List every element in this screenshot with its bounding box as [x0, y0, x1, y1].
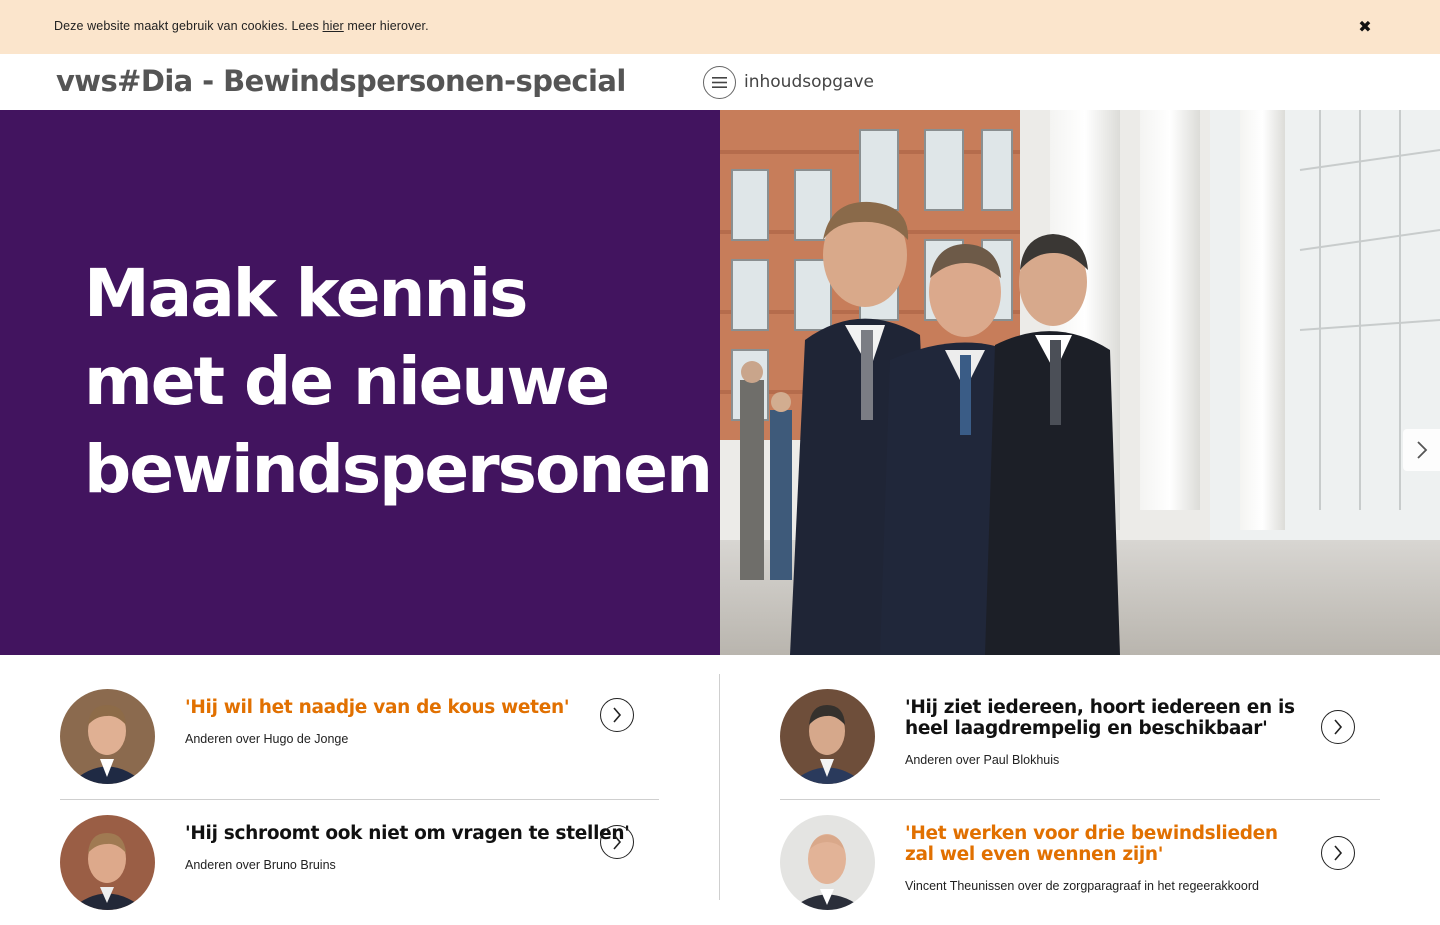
article-subtitle: Vincent Theunissen over de zorgparagraaf… [905, 879, 1259, 893]
site-header: vws#Dia - Bewindspersonen-special inhoud… [0, 54, 1440, 110]
hero-title: Maak kennis met de nieuwe bewindspersone… [84, 255, 713, 508]
chevron-right-icon[interactable] [600, 698, 634, 732]
article-title[interactable]: 'Hij ziet iedereen, hoort iedereen en is… [905, 697, 1305, 739]
avatar [60, 815, 155, 910]
chevron-right-icon[interactable] [600, 825, 634, 859]
column-divider [719, 674, 720, 900]
list-item[interactable]: 'Het werken voor drie bewindslieden zal … [780, 815, 1380, 925]
close-icon[interactable]: ✖ [1355, 16, 1375, 38]
toc-label[interactable]: inhoudsopgave [744, 72, 874, 92]
cookie-text-after: meer hierover. [343, 19, 429, 33]
chevron-right-icon[interactable] [1416, 440, 1428, 460]
article-title[interactable]: 'Hij schroomt ook niet om vragen te stel… [185, 823, 630, 844]
hero-photo [720, 110, 1440, 655]
menu-icon[interactable] [703, 65, 736, 99]
hero-panel: Maak kennis met de nieuwe bewindspersone… [0, 110, 720, 655]
hero-photo-illustration [720, 110, 1440, 655]
cookie-text-before: Deze website maakt gebruik van cookies. … [54, 19, 323, 33]
list-item[interactable]: 'Hij ziet iedereen, hoort iedereen en is… [780, 689, 1380, 799]
divider [60, 799, 659, 800]
avatar [780, 689, 875, 784]
article-subtitle: Anderen over Paul Blokhuis [905, 753, 1060, 767]
article-subtitle: Anderen over Hugo de Jonge [185, 732, 349, 746]
list-item[interactable]: 'Hij schroomt ook niet om vragen te stel… [60, 815, 660, 925]
article-subtitle: Anderen over Bruno Bruins [185, 858, 336, 872]
article-title[interactable]: 'Het werken voor drie bewindslieden zal … [905, 823, 1305, 865]
cookie-bar: Deze website maakt gebruik van cookies. … [0, 0, 1440, 54]
toc-button[interactable]: inhoudsopgave [703, 65, 874, 99]
avatar [780, 815, 875, 910]
chevron-right-icon[interactable] [1321, 710, 1355, 744]
divider [780, 799, 1380, 800]
article-title[interactable]: 'Hij wil het naadje van de kous weten' [185, 697, 569, 718]
cookie-info-link[interactable]: hier [323, 19, 344, 33]
avatar [60, 689, 155, 784]
chevron-right-icon[interactable] [1321, 836, 1355, 870]
page-title[interactable]: vws#Dia - Bewindspersonen-special [56, 64, 626, 98]
cookie-message: Deze website maakt gebruik van cookies. … [54, 19, 429, 33]
list-item[interactable]: 'Hij wil het naadje van de kous weten' A… [60, 689, 660, 799]
carousel-next-button[interactable] [1403, 429, 1440, 471]
